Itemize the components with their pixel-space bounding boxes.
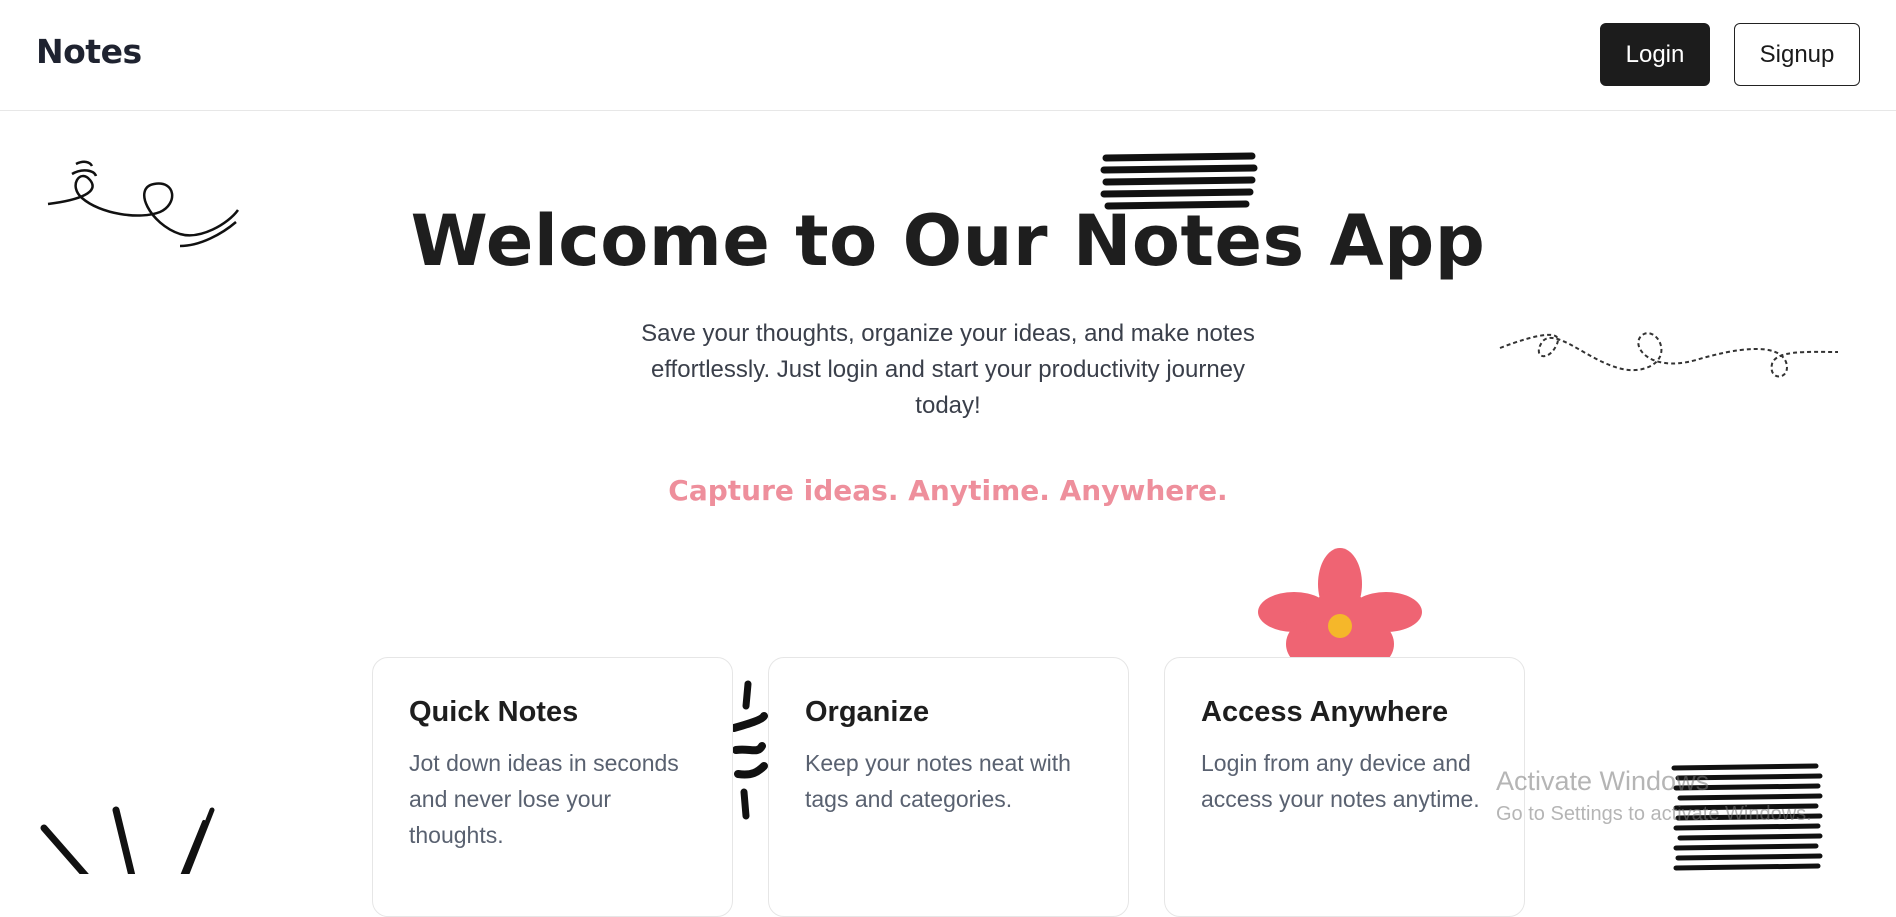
activate-windows-watermark: Activate Windows Go to Settings to activ… bbox=[1496, 766, 1812, 826]
hero-subtitle: Save your thoughts, organize your ideas,… bbox=[641, 320, 1255, 419]
bracket-doodle-icon bbox=[730, 680, 768, 820]
dashed-loop-doodle-icon bbox=[1499, 332, 1839, 378]
signup-button[interactable]: Signup bbox=[1734, 23, 1860, 86]
brand-logo[interactable]: Notes bbox=[36, 32, 142, 71]
feature-card-organize: Organize Keep your notes neat with tags … bbox=[768, 657, 1129, 917]
hero-tagline: Capture ideas. Anytime. Anywhere. bbox=[668, 474, 1228, 507]
feature-card-title: Quick Notes bbox=[409, 696, 579, 728]
watermark-subtitle: Go to Settings to activate Windows. bbox=[1496, 803, 1812, 825]
feature-card-description: Keep your notes neat with tags and categ… bbox=[805, 750, 1071, 812]
grass-strokes-icon bbox=[40, 806, 215, 874]
feature-card-title: Access Anywhere bbox=[1201, 696, 1449, 728]
hero-title: Welcome to Our Notes App bbox=[410, 200, 1486, 282]
login-button[interactable]: Login bbox=[1600, 23, 1710, 86]
feature-card-description: Jot down ideas in seconds and never lose… bbox=[409, 750, 679, 848]
feature-card-description: Login from any device and access your no… bbox=[1201, 750, 1480, 812]
top-navbar: Notes Login Signup bbox=[0, 0, 1896, 111]
flower-icon bbox=[1258, 548, 1422, 658]
feature-card-access-anywhere: Access Anywhere Login from any device an… bbox=[1164, 657, 1525, 917]
watermark-title: Activate Windows bbox=[1496, 766, 1710, 796]
feature-card-title: Organize bbox=[805, 696, 930, 728]
feature-card-quick-notes: Quick Notes Jot down ideas in seconds an… bbox=[372, 657, 733, 917]
